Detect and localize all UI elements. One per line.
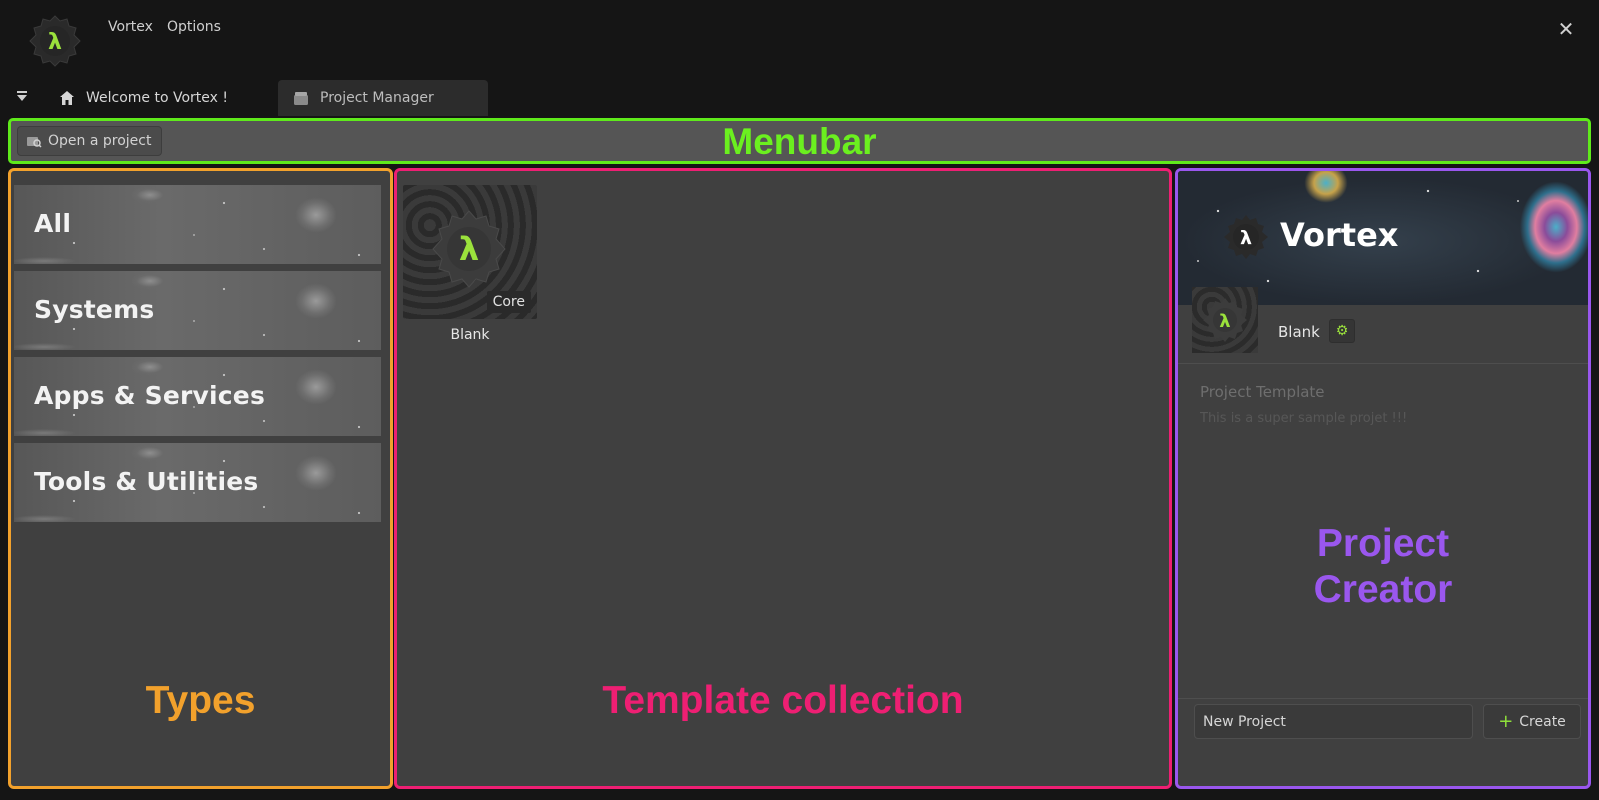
svg-text:λ: λ [1240, 227, 1252, 249]
create-button[interactable]: + Create [1483, 704, 1581, 739]
home-icon [58, 89, 76, 107]
creator-annotation: Project Creator [1178, 521, 1588, 613]
folder-icon [292, 89, 310, 107]
vortex-app-window: λ Vortex Options ✕ Welcome to Vortex ! P… [0, 0, 1599, 800]
top-menu: Vortex Options [108, 19, 221, 35]
type-card-apps-services[interactable]: Apps & Services [14, 357, 381, 436]
type-label: Apps & Services [34, 381, 266, 410]
close-button[interactable]: ✕ [1555, 18, 1577, 40]
project-settings-button[interactable]: ⚙ [1329, 319, 1355, 343]
tab-bar: Welcome to Vortex ! Project Manager [0, 78, 1599, 116]
vortex-logo-icon: λ [28, 14, 82, 68]
creator-annotation-line1: Project [1316, 522, 1450, 565]
plus-icon: + [1498, 710, 1514, 732]
template-name: Blank [450, 327, 490, 343]
banner-title: Vortex [1280, 216, 1399, 254]
svg-text:λ: λ [1219, 311, 1230, 332]
svg-text:λ: λ [48, 30, 62, 55]
vortex-gear-icon: λ [1203, 298, 1247, 342]
tab-welcome[interactable]: Welcome to Vortex ! [50, 80, 236, 116]
type-label: Tools & Utilities [34, 467, 259, 496]
templates-annotation: Template collection [602, 679, 964, 722]
template-badge: Core [486, 291, 531, 313]
banner-logo-icon: λ [1222, 213, 1270, 261]
template-type-label: Project Template [1200, 383, 1325, 401]
menubar: Open a project Menubar [8, 118, 1591, 164]
create-button-label: Create [1519, 713, 1566, 730]
creator-banner: λ Vortex [1178, 171, 1588, 305]
divider [1178, 363, 1588, 364]
type-label: All [34, 209, 72, 238]
types-panel: All Systems Apps & Services Tools & Util… [8, 168, 393, 789]
tab-project-manager[interactable]: Project Manager [278, 80, 488, 116]
gear-icon: ⚙ [1335, 323, 1349, 339]
vortex-gear-icon: λ [432, 210, 506, 288]
template-description: This is a super sample projet !!! [1200, 411, 1408, 426]
template-collection-panel: λ Core Blank Template collection [394, 168, 1172, 789]
svg-text:λ: λ [459, 230, 479, 268]
creator-annotation-line2: Creator [1313, 568, 1453, 611]
type-card-tools-utilities[interactable]: Tools & Utilities [14, 443, 381, 522]
menu-vortex[interactable]: Vortex [108, 19, 153, 35]
type-card-all[interactable]: All [14, 185, 381, 264]
divider [1178, 698, 1588, 699]
template-thumbnail: λ Core [403, 185, 537, 319]
menubar-annotation: Menubar [722, 121, 877, 162]
tab-project-manager-label: Project Manager [320, 90, 434, 106]
menu-options[interactable]: Options [167, 19, 221, 35]
template-card-blank[interactable]: λ Core Blank [403, 185, 537, 343]
project-creator-panel: λ Vortex λ Blank ⚙ Project Template This… [1175, 168, 1591, 789]
project-name-input[interactable] [1194, 704, 1473, 739]
type-label: Systems [34, 295, 155, 324]
types-annotation: Types [145, 679, 256, 722]
project-thumbnail: λ [1192, 287, 1258, 353]
type-card-systems[interactable]: Systems [14, 271, 381, 350]
tab-welcome-label: Welcome to Vortex ! [86, 90, 229, 106]
project-name: Blank [1278, 323, 1320, 341]
tab-dropdown-icon[interactable] [14, 88, 30, 104]
